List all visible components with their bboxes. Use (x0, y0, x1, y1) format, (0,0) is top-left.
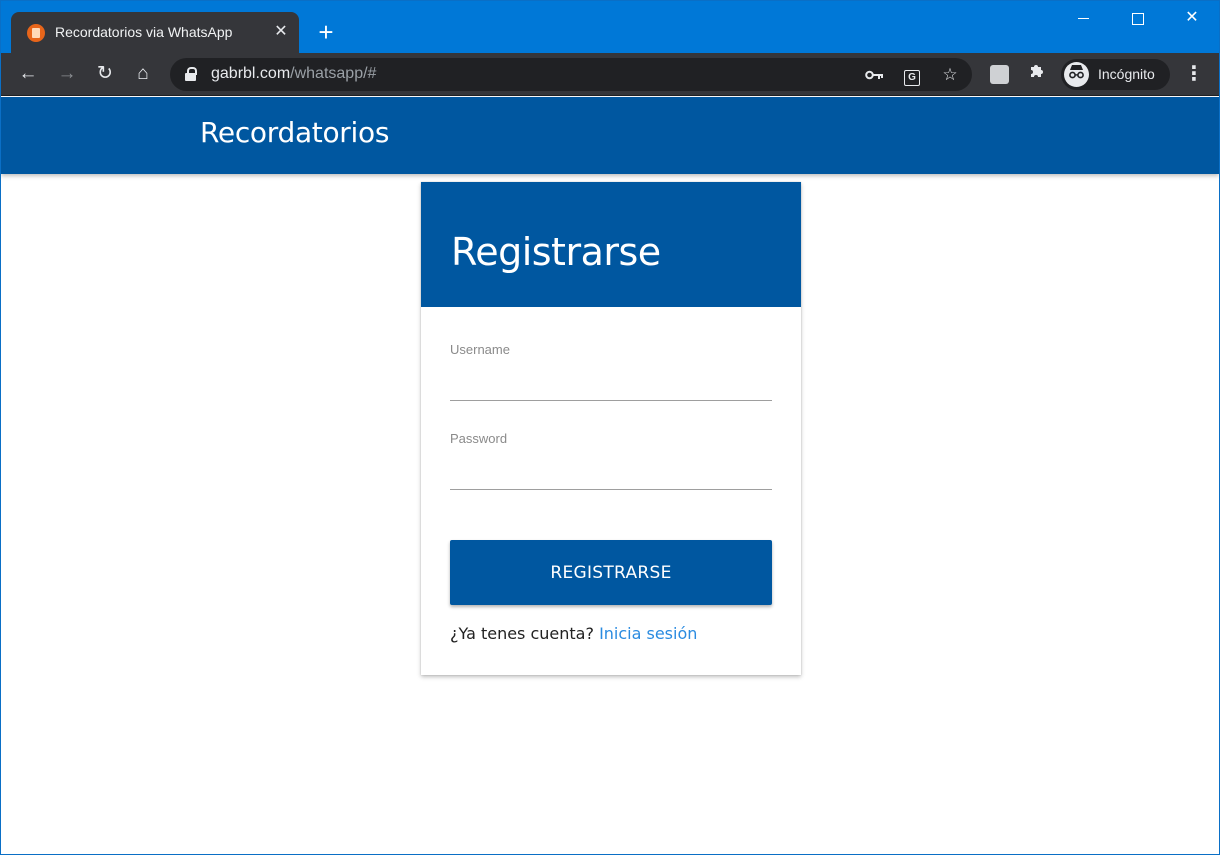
login-prompt: ¿Ya tenes cuenta? (450, 624, 594, 643)
home-icon[interactable]: ⌂ (129, 60, 157, 88)
address-bar[interactable]: gabrbl.com/whatsapp/# G ☆ (170, 58, 972, 91)
window-close-button[interactable]: ✕ (1165, 1, 1219, 37)
card-header: Registrarse (421, 182, 801, 307)
login-prompt-line: ¿Ya tenes cuenta? Inicia sesión (450, 624, 697, 643)
password-field: Password (450, 431, 772, 490)
reload-icon[interactable]: ↻ (91, 60, 119, 88)
username-input[interactable] (450, 357, 772, 401)
username-field: Username (450, 342, 772, 401)
translate-icon[interactable]: G (899, 62, 925, 88)
url-host: gabrbl.com (211, 65, 291, 82)
new-tab-button[interactable]: + (312, 19, 340, 47)
card-title: Registrarse (451, 230, 661, 274)
url-path: /whatsapp/# (290, 65, 377, 82)
forward-icon[interactable]: → (53, 60, 81, 88)
app-title[interactable]: Recordatorios (200, 116, 389, 149)
app-header: Recordatorios (1, 97, 1219, 174)
incognito-label: Incógnito (1098, 66, 1155, 82)
key-icon[interactable] (861, 62, 887, 88)
password-label: Password (450, 431, 508, 446)
tab-close-icon[interactable]: ✕ (271, 22, 291, 42)
register-button[interactable]: REGISTRARSE (450, 540, 772, 605)
browser-toolbar: ← → ↻ ⌂ gabrbl.com/whatsapp/# G ☆ Incógn… (1, 53, 1219, 96)
browser-tab[interactable]: Recordatorios via WhatsApp ✕ (11, 12, 299, 53)
minimize-button[interactable] (1057, 1, 1111, 37)
tab-strip: Recordatorios via WhatsApp ✕ + ✕ (1, 1, 1219, 53)
lock-icon[interactable] (185, 67, 197, 81)
back-icon[interactable]: ← (14, 60, 42, 88)
star-icon[interactable]: ☆ (937, 62, 963, 88)
url-text[interactable]: gabrbl.com/whatsapp/# (211, 65, 376, 83)
register-card: Registrarse Username Password REGISTRARS… (421, 182, 801, 675)
incognito-icon (1064, 62, 1089, 87)
page-content: Recordatorios Registrarse Username Passw… (1, 97, 1219, 854)
maximize-button[interactable] (1111, 1, 1165, 37)
username-label: Username (450, 342, 510, 357)
tab-favicon-icon (27, 24, 45, 42)
browser-window: Recordatorios via WhatsApp ✕ + ✕ ← → ↻ ⌂… (0, 0, 1220, 855)
login-link[interactable]: Inicia sesión (599, 624, 697, 643)
browser-menu-icon[interactable]: ⋮ (1180, 60, 1208, 88)
incognito-badge[interactable]: Incógnito (1061, 59, 1170, 90)
tab-title: Recordatorios via WhatsApp (55, 24, 233, 40)
password-input[interactable] (450, 446, 772, 490)
extension-icon[interactable] (985, 60, 1013, 88)
extensions-puzzle-icon[interactable] (1023, 60, 1051, 88)
